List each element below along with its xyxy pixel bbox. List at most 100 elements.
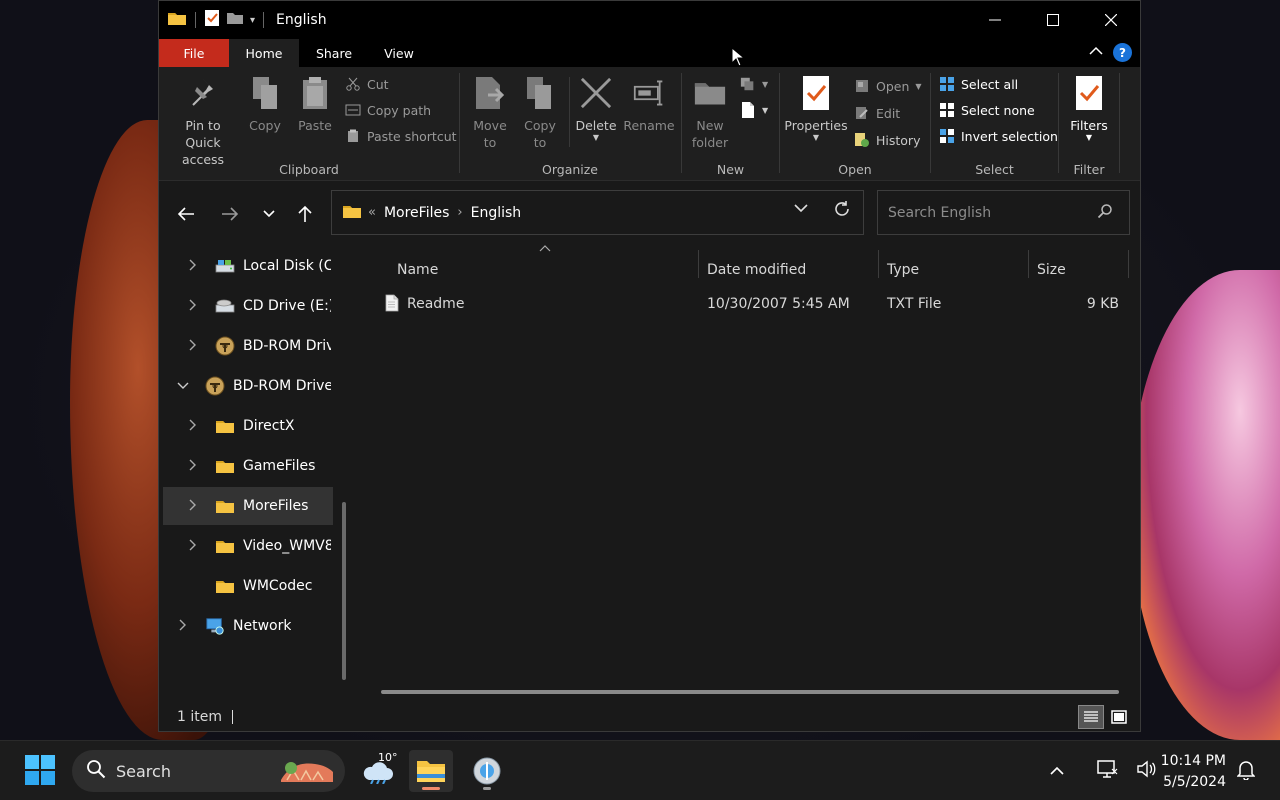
- tree-item-network[interactable]: Network: [163, 607, 333, 645]
- history-label: History: [876, 132, 921, 148]
- copy-to-button[interactable]: Copy to: [518, 73, 562, 151]
- paste-button[interactable]: Paste: [293, 73, 337, 134]
- tree-item-cd-drive-e[interactable]: CD Drive (E:): [163, 287, 333, 325]
- large-icons-view-button[interactable]: [1106, 705, 1132, 729]
- delete-x-icon: [580, 73, 612, 113]
- volume-icon[interactable]: [1136, 760, 1156, 782]
- column-divider[interactable]: [1028, 250, 1029, 278]
- refresh-icon[interactable]: [833, 200, 851, 223]
- edit-label: Edit: [876, 105, 901, 121]
- chevron-right-icon[interactable]: [185, 459, 201, 474]
- tree-item-bd-rom-drive[interactable]: BD-ROM Drive: [163, 327, 333, 365]
- breadcrumb-overflow[interactable]: «: [368, 205, 376, 220]
- show-hidden-icons-icon[interactable]: [1050, 764, 1064, 779]
- chevron-right-icon[interactable]: [185, 539, 201, 554]
- notification-bell-icon[interactable]: [1236, 760, 1256, 784]
- search-box[interactable]: Search English: [877, 190, 1130, 235]
- back-button[interactable]: [172, 200, 200, 228]
- select-none-label: Select none: [961, 102, 1035, 118]
- tab-home[interactable]: Home: [229, 39, 299, 67]
- chevron-right-icon[interactable]: [175, 619, 191, 634]
- close-button[interactable]: [1082, 1, 1140, 39]
- tree-item-bd-rom-drive[interactable]: BD-ROM Drive (: [163, 367, 333, 405]
- tab-file[interactable]: File: [159, 39, 229, 67]
- copy-button[interactable]: Copy: [243, 73, 287, 134]
- up-button[interactable]: [291, 200, 319, 228]
- chevron-right-icon[interactable]: [185, 299, 201, 314]
- tree-item-label: BD-ROM Drive (: [233, 378, 331, 394]
- history-button[interactable]: History: [854, 129, 920, 151]
- select-none-button[interactable]: Select none: [939, 99, 1035, 121]
- taskbar-search-box[interactable]: Search: [72, 750, 345, 792]
- file-list: Name Date modified Type Size Readme 10/3…: [359, 244, 1140, 699]
- breadcrumb-english[interactable]: English: [471, 205, 522, 221]
- open-group-label: Open: [838, 162, 872, 177]
- system-clock[interactable]: 10:14 PM 5/5/2024: [1160, 751, 1226, 793]
- column-header-date[interactable]: Date modified: [707, 252, 877, 288]
- cut-button[interactable]: Cut: [345, 73, 389, 95]
- column-divider[interactable]: [698, 250, 699, 278]
- column-header-size[interactable]: Size: [1037, 252, 1127, 288]
- minimize-button[interactable]: [966, 1, 1024, 39]
- address-dropdown-icon[interactable]: [794, 202, 808, 217]
- new-item-button[interactable]: ▼: [740, 73, 768, 95]
- paste-shortcut-button[interactable]: Paste shortcut: [345, 125, 457, 147]
- address-bar[interactable]: « MoreFiles › English: [331, 190, 864, 235]
- new-group: New folder ▼ ▼ New: [682, 67, 779, 181]
- tree-item-video-wmv8[interactable]: Video_WMV8: [163, 527, 333, 565]
- tree-item-local-disk-c[interactable]: Local Disk (C:): [163, 247, 333, 285]
- recent-locations-button[interactable]: [255, 200, 283, 228]
- network-status-icon[interactable]: [1096, 759, 1118, 783]
- tab-view[interactable]: View: [369, 39, 429, 67]
- properties-qat-icon[interactable]: [204, 9, 220, 31]
- delete-button[interactable]: Delete ▼: [574, 73, 618, 142]
- chevron-right-icon[interactable]: [185, 259, 201, 274]
- new-folder-button[interactable]: New folder: [688, 73, 732, 151]
- tree-item-morefiles[interactable]: MoreFiles: [163, 487, 333, 525]
- copy-path-button[interactable]: Copy path: [345, 99, 431, 121]
- copy-to-icon: [524, 73, 556, 113]
- properties-button[interactable]: Properties ▼: [784, 73, 848, 142]
- rename-button[interactable]: Rename: [623, 73, 675, 134]
- easy-access-button[interactable]: ▼: [740, 99, 768, 121]
- chevron-down-icon[interactable]: [175, 379, 191, 393]
- file-row-readme[interactable]: Readme 10/30/2007 5:45 AM TXT File 9 KB: [379, 292, 1129, 318]
- status-bar: 1 item: [159, 701, 1140, 731]
- move-to-button[interactable]: Move to: [468, 73, 512, 151]
- tree-item-directx[interactable]: DirectX: [163, 407, 333, 445]
- details-view-button[interactable]: [1078, 705, 1104, 729]
- setup-app-taskbar-button[interactable]: [465, 750, 509, 792]
- column-divider[interactable]: [1128, 250, 1129, 278]
- pin-to-quick-access-button[interactable]: Pin to Quick access: [167, 73, 239, 168]
- chevron-right-icon[interactable]: [185, 419, 201, 434]
- edit-button[interactable]: Edit: [854, 102, 900, 124]
- clock-time: 10:14 PM: [1160, 753, 1226, 769]
- filters-button[interactable]: Filters ▼: [1065, 73, 1113, 142]
- forward-button[interactable]: [216, 200, 244, 228]
- select-all-button[interactable]: Select all: [939, 73, 1018, 95]
- horizontal-scrollbar[interactable]: [381, 690, 1119, 694]
- column-header-type[interactable]: Type: [887, 252, 1027, 288]
- invert-selection-button[interactable]: Invert selection: [939, 125, 1058, 147]
- breadcrumb-morefiles[interactable]: MoreFiles: [384, 205, 449, 221]
- collapse-ribbon-icon[interactable]: [1089, 45, 1103, 60]
- help-icon[interactable]: ?: [1113, 43, 1132, 62]
- file-explorer-taskbar-button[interactable]: [409, 750, 453, 792]
- open-button[interactable]: Open ▼: [854, 75, 922, 97]
- maximize-button[interactable]: [1024, 1, 1082, 39]
- tree-item-gamefiles[interactable]: GameFiles: [163, 447, 333, 485]
- qat-dropdown-icon[interactable]: ▾: [250, 15, 255, 26]
- search-icon[interactable]: [1097, 203, 1113, 223]
- breadcrumb-separator[interactable]: ›: [457, 205, 462, 220]
- new-folder-qat-icon[interactable]: [226, 11, 244, 29]
- tree-item-label: BD-ROM Drive: [243, 338, 331, 354]
- tab-share[interactable]: Share: [299, 39, 369, 67]
- start-button[interactable]: [25, 755, 55, 789]
- navigation-pane-scrollbar[interactable]: [342, 502, 346, 680]
- column-divider[interactable]: [878, 250, 879, 278]
- chevron-right-icon[interactable]: [185, 499, 201, 514]
- column-header-name[interactable]: Name: [397, 252, 697, 288]
- tree-item-label: GameFiles: [243, 458, 316, 474]
- chevron-right-icon[interactable]: [185, 339, 201, 354]
- tree-item-wmcodec[interactable]: WMCodec: [163, 567, 333, 605]
